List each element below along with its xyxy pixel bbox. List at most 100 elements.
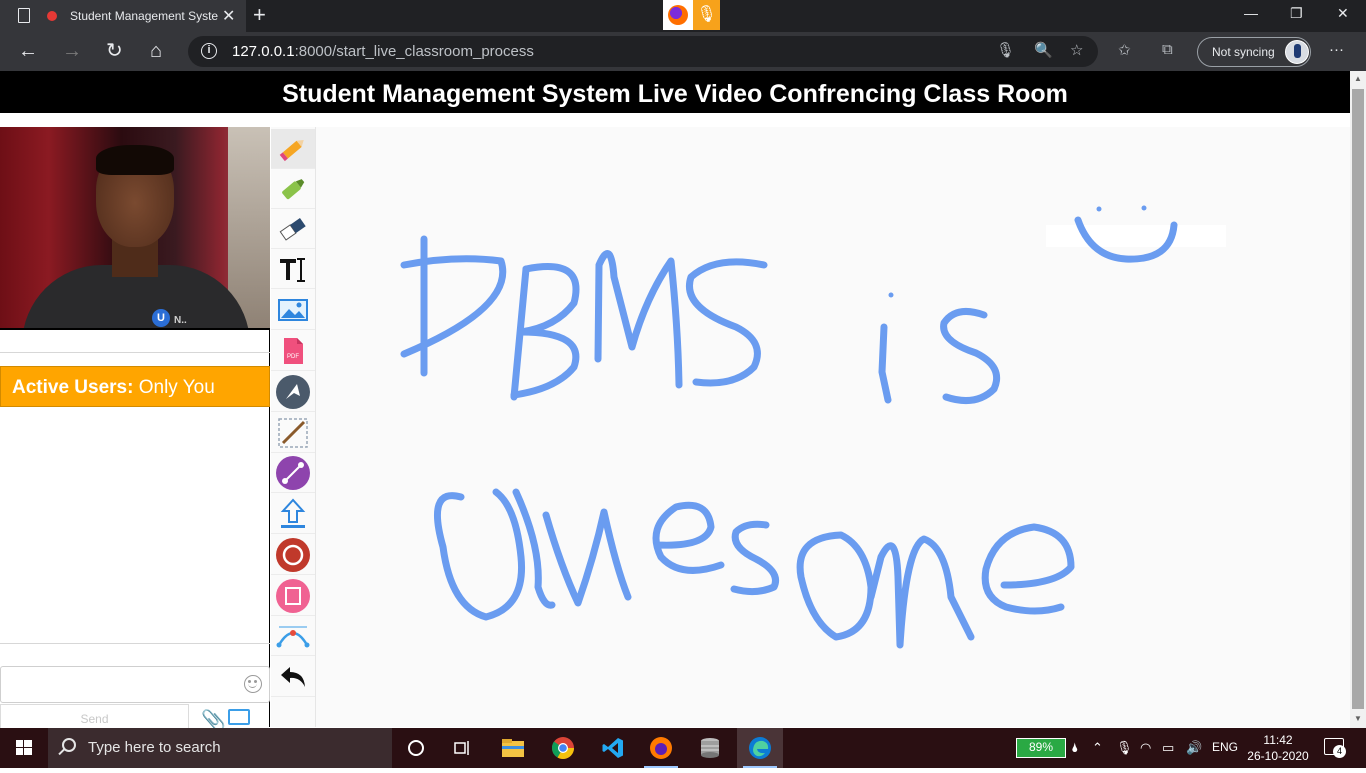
- favorite-star-icon[interactable]: ☆: [1070, 41, 1083, 59]
- show-hidden-icons-icon[interactable]: ⌃: [1092, 740, 1103, 756]
- text-tool[interactable]: [271, 249, 315, 289]
- arrow-tool[interactable]: [271, 372, 315, 412]
- active-users-value: Only You: [138, 377, 215, 398]
- stroke-letter-w: [542, 508, 632, 607]
- stroke-letter-m: [867, 535, 975, 649]
- browser-tab-strip: Student Management Syste ✕ + 🎙 — ❐ ✕: [0, 0, 1366, 32]
- clock-date: 26-10-2020: [1247, 749, 1309, 763]
- smiley-eye: [1096, 206, 1102, 212]
- pdf-tool[interactable]: PDF: [271, 331, 315, 371]
- send-button[interactable]: Send: [0, 704, 189, 730]
- pencil-tool[interactable]: [271, 129, 315, 169]
- stroke-letter-s: [940, 307, 1001, 405]
- collections-icon[interactable]: ⧉: [1162, 41, 1173, 58]
- browser-tab[interactable]: Student Management Syste ✕: [0, 0, 246, 32]
- taskbar-vscode[interactable]: [590, 728, 636, 768]
- upload-tool[interactable]: [271, 494, 315, 534]
- sync-status: Not syncing: [1212, 45, 1275, 59]
- restore-button[interactable]: ❐: [1290, 5, 1303, 22]
- browser-toolbar: ← → ↻ ⌂ i 127.0.0.1:8000/start_live_clas…: [0, 32, 1366, 71]
- volume-icon[interactable]: 🔊: [1186, 740, 1202, 756]
- screen-share-icon[interactable]: [228, 709, 250, 725]
- more-menu-icon[interactable]: ···: [1329, 41, 1344, 58]
- notification-center-button[interactable]: 4: [1324, 738, 1346, 758]
- handwriting-drawing: [400, 205, 1226, 649]
- divider: [0, 352, 270, 353]
- firefox-icon: [650, 737, 672, 759]
- svg-text:PDF: PDF: [287, 354, 299, 360]
- search-placeholder: Type here to search: [88, 739, 221, 756]
- battery-indicator[interactable]: 89%: [1016, 738, 1066, 758]
- rectangle-icon: [276, 578, 310, 613]
- taskbar-search[interactable]: Type here to search: [48, 728, 392, 768]
- zoom-icon[interactable]: 🔍: [1034, 41, 1053, 59]
- rectangle-tool[interactable]: [271, 576, 315, 616]
- stroke-letter-s: [686, 258, 768, 387]
- mic-permission-icon[interactable]: 🎙: [996, 41, 1015, 59]
- stroke-letter-e: [981, 523, 1075, 615]
- scrollbar-thumb[interactable]: [1352, 89, 1364, 709]
- microphone-tray-icon[interactable]: 🎙: [1116, 740, 1133, 756]
- back-button[interactable]: ←: [18, 39, 38, 63]
- page-scrollbar[interactable]: ▲ ▼: [1350, 71, 1366, 728]
- home-button[interactable]: ⌂: [150, 39, 162, 63]
- cortana-button[interactable]: [393, 728, 439, 768]
- new-tab-button[interactable]: +: [253, 2, 266, 28]
- favorites-icon[interactable]: ✩: [1118, 41, 1131, 59]
- image-tool[interactable]: [271, 290, 315, 330]
- taskbar-database[interactable]: [687, 728, 733, 768]
- wifi-icon[interactable]: ◠: [1140, 740, 1151, 756]
- url-text[interactable]: 127.0.0.1:8000/start_live_classroom_proc…: [232, 43, 534, 60]
- edge-icon: [749, 737, 771, 759]
- image-icon: [278, 298, 308, 321]
- scroll-down-icon[interactable]: ▼: [1354, 714, 1362, 723]
- media-sharing-indicator[interactable]: 🎙: [663, 0, 720, 30]
- chrome-icon: [551, 737, 574, 759]
- forward-button[interactable]: →: [62, 39, 82, 63]
- close-window-button[interactable]: ✕: [1337, 5, 1349, 22]
- active-users-bar: Active Users: Only You: [0, 366, 270, 407]
- minimize-button[interactable]: —: [1244, 5, 1258, 21]
- shirt-logo: U: [152, 309, 170, 327]
- language-indicator[interactable]: ENG: [1212, 740, 1238, 754]
- system-clock[interactable]: 11:42 26-10-2020: [1246, 732, 1310, 764]
- left-panel: U N.. Active Users: Only You Send 📎: [0, 127, 270, 732]
- pdf-icon: PDF: [284, 337, 303, 364]
- battery-tray-icon[interactable]: ▭: [1162, 740, 1174, 756]
- site-info-icon[interactable]: i: [201, 43, 217, 59]
- profile-button[interactable]: Not syncing: [1197, 37, 1311, 67]
- connector-icon: [276, 455, 310, 490]
- tab-title: Student Management Syste: [70, 9, 219, 23]
- refresh-button[interactable]: ↻: [106, 39, 123, 63]
- scroll-up-icon[interactable]: ▲: [1354, 74, 1362, 83]
- arrow-icon: [276, 374, 310, 409]
- address-bar[interactable]: i 127.0.0.1:8000/start_live_classroom_pr…: [188, 36, 1098, 67]
- stroke-letter-e: [652, 501, 725, 574]
- clock-time: 11:42: [1263, 733, 1293, 747]
- eraser-tool[interactable]: [271, 209, 315, 249]
- stroke-letter-s: [730, 520, 779, 596]
- microphone-icon: 🎙: [693, 0, 720, 30]
- circle-tool[interactable]: [271, 535, 315, 575]
- whiteboard-canvas[interactable]: [316, 127, 1350, 727]
- line-tool[interactable]: [271, 413, 315, 453]
- emoji-icon[interactable]: [244, 675, 262, 693]
- task-view-button[interactable]: [440, 728, 486, 768]
- chat-input[interactable]: [0, 666, 270, 703]
- marker-tool[interactable]: [271, 169, 315, 209]
- line-icon: [278, 417, 308, 448]
- taskbar-edge[interactable]: [737, 728, 783, 768]
- smiley-eye: [1141, 205, 1147, 211]
- bezier-tool[interactable]: [271, 616, 315, 656]
- notification-count-badge: 4: [1333, 745, 1346, 758]
- tab-close-icon[interactable]: ✕: [222, 6, 235, 26]
- taskbar-firefox[interactable]: [638, 728, 684, 768]
- folder-icon: [502, 739, 524, 757]
- undo-tool[interactable]: [271, 657, 315, 697]
- taskbar-chrome[interactable]: [540, 728, 586, 768]
- start-button[interactable]: [0, 728, 48, 768]
- connector-tool[interactable]: [271, 453, 315, 493]
- whiteboard-toolbar: PDF: [271, 127, 316, 727]
- divider: [0, 328, 270, 330]
- taskbar-file-explorer[interactable]: [490, 728, 536, 768]
